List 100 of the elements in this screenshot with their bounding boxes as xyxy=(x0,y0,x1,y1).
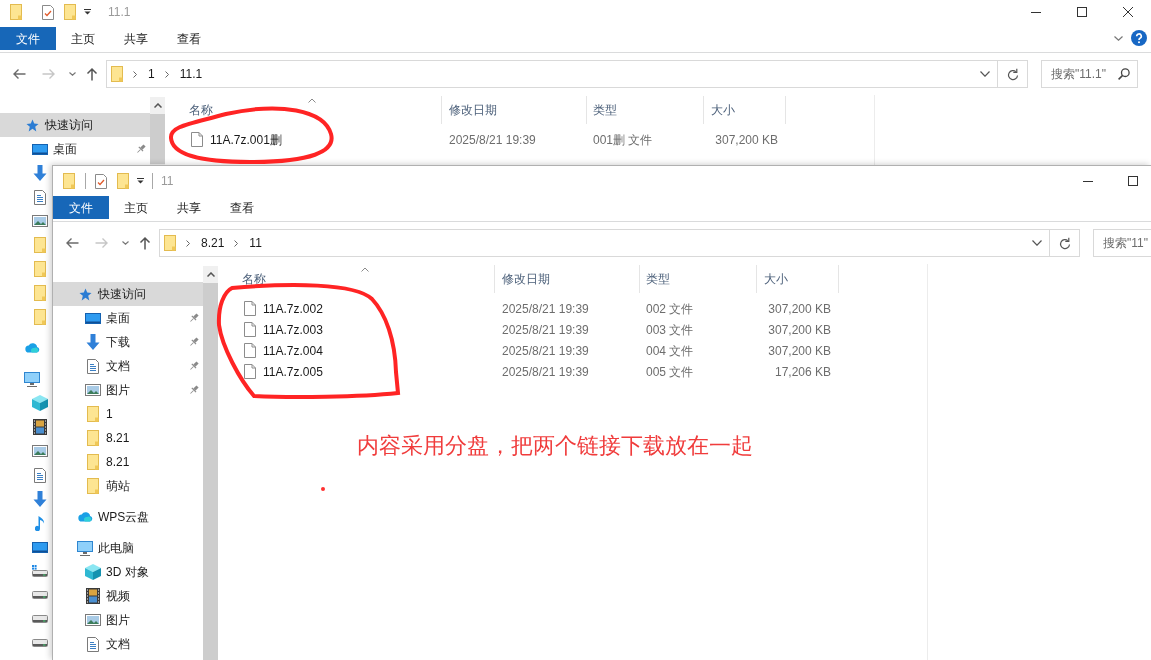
nav-item[interactable]: 萌站 xyxy=(53,474,203,498)
system-drive-icon xyxy=(32,565,48,577)
chevron-right-icon xyxy=(234,239,239,247)
nav-item[interactable]: 图片 xyxy=(53,608,203,632)
nav-item[interactable]: 桌面 xyxy=(53,306,203,330)
nav-item[interactable]: 文档 xyxy=(53,354,203,378)
picture-icon xyxy=(32,445,48,457)
file-name[interactable]: 11A.7z.001删 xyxy=(210,130,282,149)
column-header[interactable]: 大小 xyxy=(704,96,786,124)
document-icon xyxy=(87,358,99,374)
column-header[interactable]: 名称 xyxy=(237,265,495,293)
caret-up-icon xyxy=(153,103,162,108)
drive-icon xyxy=(32,639,48,647)
file-type: 002 文件 xyxy=(646,300,694,318)
file-tab[interactable]: 文件 xyxy=(53,196,109,219)
nav-item[interactable]: 图片 xyxy=(53,378,203,402)
file-name[interactable]: 11A.7z.005 xyxy=(263,362,323,381)
file-name[interactable]: 11A.7z.002 xyxy=(263,299,323,318)
column-header[interactable]: 修改日期 xyxy=(495,265,640,293)
picture-icon xyxy=(85,384,101,396)
column-header[interactable]: 类型 xyxy=(640,265,757,293)
breadcrumb[interactable]: 1 xyxy=(148,65,155,83)
caret-up-icon xyxy=(206,272,215,277)
nav-item[interactable]: 1 xyxy=(53,402,203,426)
dropdown-arrow-icon xyxy=(84,9,91,15)
file-icon xyxy=(244,322,256,337)
nav-item[interactable]: 8.21 xyxy=(53,426,203,450)
file-icon xyxy=(244,343,256,358)
search-icon xyxy=(1118,68,1130,80)
file-icon xyxy=(244,301,256,316)
chevron-right-icon xyxy=(133,70,137,78)
picture-icon xyxy=(85,614,101,626)
desktop-icon xyxy=(85,312,101,324)
chevron-down-icon xyxy=(980,71,990,77)
nav-item[interactable]: 快速访问 xyxy=(0,113,150,137)
breadcrumb[interactable]: 8.21 xyxy=(201,234,225,252)
nav-item[interactable]: 8.21 xyxy=(53,450,203,474)
nav-item[interactable]: 视频 xyxy=(53,584,203,608)
address-bar[interactable]: 1 11.1 xyxy=(106,60,998,88)
annotation-text: 内容采用分盘，把两个链接下载放在一起 xyxy=(357,433,753,459)
nav-item[interactable]: 快速访问 xyxy=(53,282,203,306)
download-arrow-icon xyxy=(33,165,47,181)
search-field[interactable]: 搜索"11.1" xyxy=(1041,60,1138,88)
file-name[interactable]: 11A.7z.004 xyxy=(263,341,323,360)
chevron-right-icon xyxy=(186,239,190,247)
nav-item[interactable]: WPS云盘 xyxy=(53,505,203,529)
chevron-down-icon xyxy=(68,72,76,76)
ribbon-tab[interactable]: 查看 xyxy=(215,196,268,222)
back-arrow-icon xyxy=(12,68,26,80)
window-title: 11 xyxy=(161,173,174,190)
nav-item[interactable]: 桌面 xyxy=(0,137,150,161)
ribbon-tab[interactable]: 主页 xyxy=(56,27,109,53)
column-header[interactable]: 大小 xyxy=(757,265,839,293)
document-icon xyxy=(34,189,46,205)
breadcrumb[interactable]: 11.1 xyxy=(179,65,203,83)
column-header[interactable]: 修改日期 xyxy=(442,96,587,124)
nav-item[interactable]: 文档 xyxy=(53,632,203,656)
address-bar[interactable]: 8.21 11 xyxy=(159,229,1050,257)
modified-date: 2025/8/21 19:39 xyxy=(502,321,589,339)
nav-item[interactable]: 3D 对象 xyxy=(53,560,203,584)
document-icon xyxy=(34,467,46,483)
modified-date: 2025/8/21 19:39 xyxy=(502,342,589,360)
file-name[interactable]: 11A.7z.003 xyxy=(263,320,323,339)
ribbon-tab[interactable]: 共享 xyxy=(109,27,162,53)
folder-icon xyxy=(34,261,46,277)
folder-icon xyxy=(164,235,176,251)
dot-icon xyxy=(321,487,325,491)
nav-item[interactable]: 下载 xyxy=(53,330,203,354)
drive-icon xyxy=(32,591,48,599)
file-tab[interactable]: 文件 xyxy=(0,27,56,50)
scrollbar-thumb[interactable] xyxy=(203,283,218,660)
maximize-icon xyxy=(1128,176,1138,186)
column-header[interactable]: 类型 xyxy=(587,96,704,124)
folder-icon xyxy=(34,285,46,301)
forward-arrow-icon xyxy=(95,237,109,249)
search-field[interactable]: 搜索"11" xyxy=(1093,229,1151,257)
star-icon xyxy=(78,287,92,301)
help-button[interactable] xyxy=(1131,30,1147,46)
folder-icon xyxy=(87,406,99,422)
refresh-icon xyxy=(1058,236,1071,250)
breadcrumb[interactable]: 11 xyxy=(249,234,262,252)
refresh-button[interactable] xyxy=(997,60,1028,88)
star-icon xyxy=(25,118,39,132)
checklist-icon xyxy=(42,4,54,20)
modified-date: 2025/8/21 19:39 xyxy=(502,363,589,381)
refresh-button[interactable] xyxy=(1049,229,1080,257)
ribbon-tab[interactable]: 共享 xyxy=(162,196,215,222)
cube-icon xyxy=(85,564,101,580)
file-size: 307,200 KB xyxy=(715,131,778,149)
file-type: 005 文件 xyxy=(646,363,694,381)
file-icon xyxy=(191,132,203,147)
back-arrow-icon xyxy=(65,237,79,249)
ribbon-tab[interactable]: 查看 xyxy=(162,27,215,53)
nav-item[interactable]: 此电脑 xyxy=(53,536,203,560)
ribbon-tab[interactable]: 主页 xyxy=(109,196,162,222)
file-size: 307,200 KB xyxy=(768,300,831,318)
column-header[interactable]: 名称 xyxy=(184,96,442,124)
scrollbar-thumb[interactable] xyxy=(150,114,165,164)
up-arrow-icon xyxy=(139,236,151,250)
forward-arrow-icon xyxy=(42,68,56,80)
